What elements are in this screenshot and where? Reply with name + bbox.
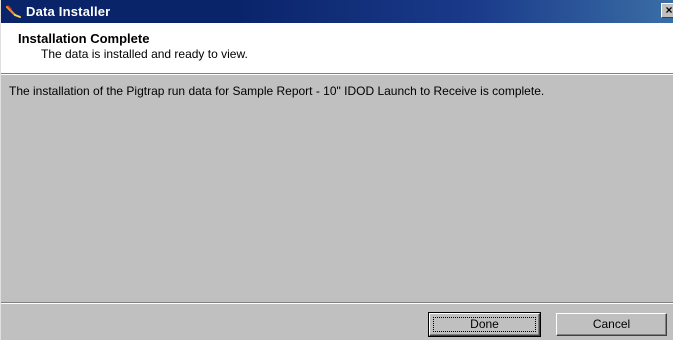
cancel-button[interactable]: Cancel [556,313,667,336]
header-divider [1,73,673,75]
done-button-label: Done [470,317,499,331]
title-bar[interactable]: Data Installer × [1,0,673,23]
completion-message: The installation of the Pigtrap run data… [9,84,545,98]
done-button[interactable]: Done [428,312,541,337]
header-title: Installation Complete [18,31,150,46]
close-icon: × [665,3,673,17]
installer-app-icon [6,5,21,18]
footer-divider [1,302,673,304]
data-installer-window: Data Installer × Installation Complete T… [0,0,673,340]
close-button[interactable]: × [661,3,673,18]
cancel-button-label: Cancel [592,317,631,331]
wizard-header: Installation Complete The data is instal… [1,23,673,73]
window-title: Data Installer [26,4,111,19]
header-subtitle: The data is installed and ready to view. [41,47,248,61]
